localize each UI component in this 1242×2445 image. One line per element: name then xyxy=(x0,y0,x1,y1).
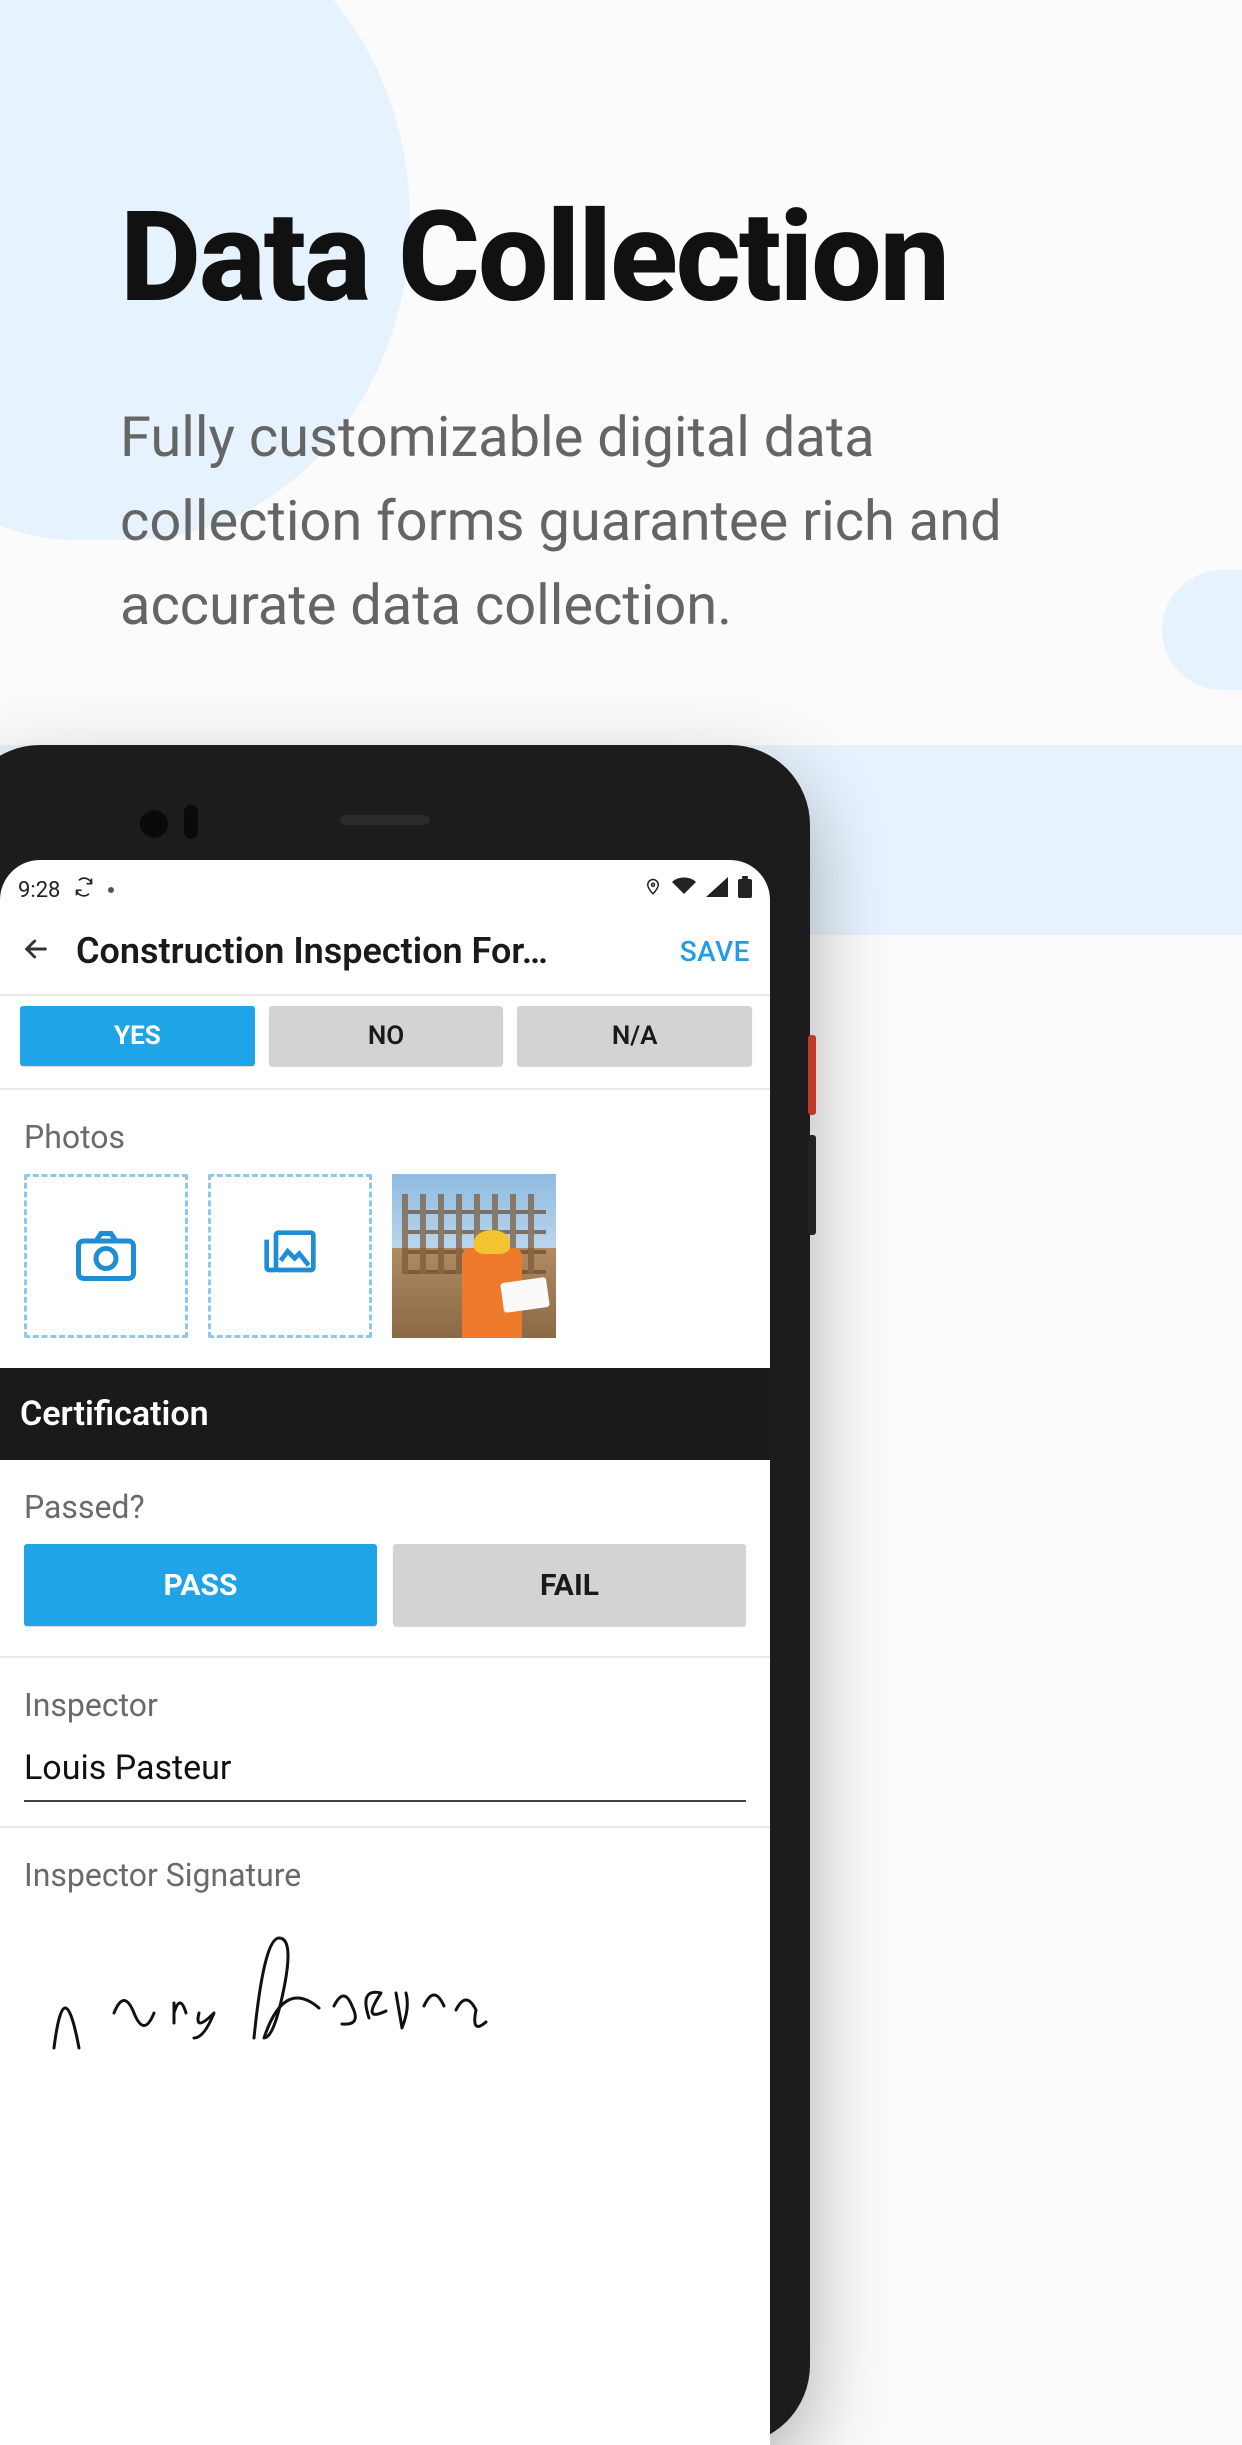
wifi-icon xyxy=(672,877,696,903)
phone-power-button xyxy=(808,1035,816,1115)
hero-subtitle: Fully customizable digital data collecti… xyxy=(120,395,1100,647)
na-button[interactable]: N/A xyxy=(517,1006,752,1066)
phone-sensor-icon xyxy=(184,805,198,839)
signature-input[interactable] xyxy=(24,1894,746,2094)
signal-icon xyxy=(706,877,728,903)
status-time: 9:28 xyxy=(18,878,60,903)
passed-field: Passed? PASS FAIL xyxy=(0,1460,770,1658)
phone-volume-button xyxy=(808,1135,816,1235)
phone-mockup: 9:28 xyxy=(0,745,810,2445)
battery-icon xyxy=(738,876,752,904)
hero-section: Data Collection Fully customizable digit… xyxy=(0,0,1242,647)
photos-label: Photos xyxy=(0,1090,770,1174)
no-button[interactable]: NO xyxy=(269,1006,504,1066)
blueprint-icon xyxy=(500,1277,550,1313)
location-icon xyxy=(644,876,662,904)
camera-icon xyxy=(76,1231,136,1281)
signature-field: Inspector Signature xyxy=(0,1828,770,2094)
fail-button[interactable]: FAIL xyxy=(393,1544,746,1626)
pick-gallery-button[interactable] xyxy=(208,1174,372,1338)
signature-stroke-icon xyxy=(24,1918,504,2078)
page-title: Construction Inspection For… xyxy=(76,930,656,972)
gallery-icon xyxy=(262,1228,318,1284)
take-photo-button[interactable] xyxy=(24,1174,188,1338)
phone-speaker-icon xyxy=(340,815,430,825)
photo-thumbnail[interactable] xyxy=(392,1174,556,1338)
yes-no-na-row: YES NO N/A xyxy=(0,996,770,1090)
inspector-field: Inspector Louis Pasteur xyxy=(0,1658,770,1828)
app-bar: Construction Inspection For… SAVE xyxy=(0,908,770,996)
photos-section: Photos xyxy=(0,1090,770,1368)
save-button[interactable]: SAVE xyxy=(680,935,750,968)
inspector-label: Inspector xyxy=(24,1682,746,1724)
certification-header: Certification xyxy=(0,1368,770,1460)
yes-button[interactable]: YES xyxy=(20,1006,255,1066)
pass-button[interactable]: PASS xyxy=(24,1544,377,1626)
back-icon[interactable] xyxy=(20,933,52,969)
phone-camera-icon xyxy=(140,810,168,838)
inspector-input[interactable]: Louis Pasteur xyxy=(24,1724,746,1802)
signature-label: Inspector Signature xyxy=(24,1852,746,1894)
helmet-icon xyxy=(474,1230,510,1254)
status-bar: 9:28 xyxy=(0,860,770,908)
passed-label: Passed? xyxy=(24,1484,746,1526)
hero-title: Data Collection xyxy=(120,195,1122,320)
status-dot-icon xyxy=(108,887,114,893)
sync-icon xyxy=(74,877,94,903)
phone-screen: 9:28 xyxy=(0,860,770,2445)
